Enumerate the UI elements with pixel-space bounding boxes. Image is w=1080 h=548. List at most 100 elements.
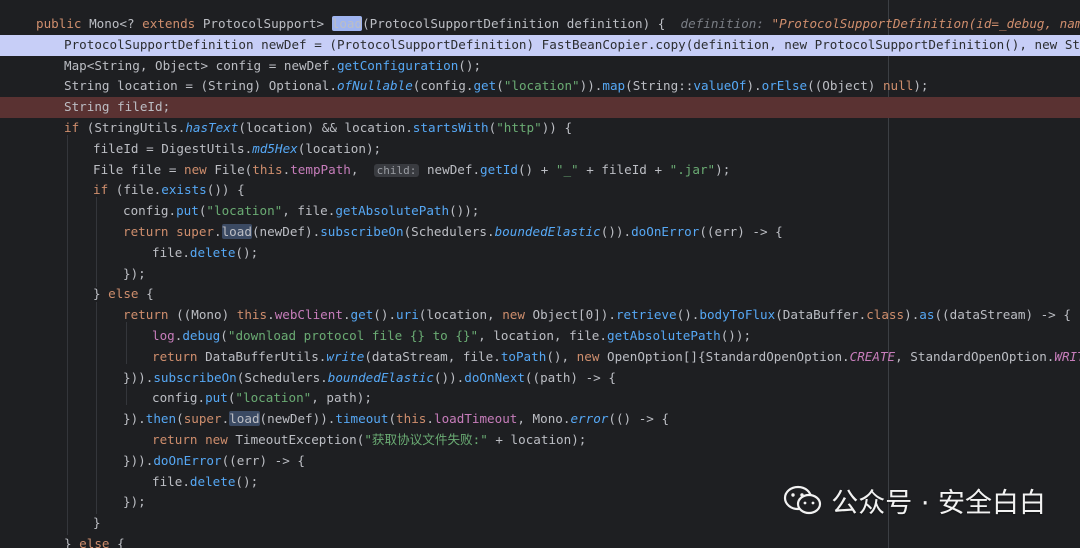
code-token: ProtocolSupportDefinition newDef = (Prot… bbox=[64, 36, 1080, 52]
code-token: subscribeOn bbox=[320, 224, 404, 239]
code-token: newDef. bbox=[419, 161, 481, 177]
code-token: TimeoutException( bbox=[235, 432, 365, 447]
code-token: log bbox=[152, 328, 175, 343]
code-token: if bbox=[64, 120, 87, 135]
code-token: (); bbox=[235, 244, 259, 260]
code-line[interactable]: file.delete(); bbox=[0, 243, 1080, 264]
code-token: "ProtocolSupportDefinition(id=_debug, na… bbox=[771, 16, 1080, 31]
watermark: 公众号 · 安全白白 bbox=[783, 481, 1046, 520]
code-line[interactable]: log.debug("download protocol file {} to … bbox=[0, 326, 1080, 347]
code-token: doOnNext bbox=[464, 369, 525, 385]
code-token: ()) { bbox=[206, 182, 245, 198]
code-token: file. bbox=[152, 244, 190, 260]
code-line[interactable]: public Mono<? extends ProtocolSupport> l… bbox=[0, 14, 1080, 35]
code-line[interactable]: config.put("location", path); bbox=[0, 388, 1080, 409]
code-line[interactable]: ProtocolSupportDefinition newDef = (Prot… bbox=[0, 34, 1080, 56]
code-line[interactable]: String fileId; bbox=[0, 97, 1080, 118]
param-hint-chip: child: bbox=[373, 163, 420, 177]
code-token: definition: bbox=[680, 16, 772, 31]
code-line[interactable]: }); bbox=[0, 264, 1080, 285]
code-token: (dataStream, file. bbox=[364, 348, 501, 364]
code-token: () + bbox=[517, 161, 556, 177]
code-line[interactable]: File file = new File(this.tempPath, chil… bbox=[0, 160, 1080, 181]
code-token: (file. bbox=[115, 182, 162, 198]
code-token: File file = bbox=[93, 161, 184, 177]
code-token: this bbox=[252, 161, 283, 177]
code-token: (); bbox=[458, 57, 482, 73]
code-line[interactable]: }).then(super.load(newDef)).timeout(this… bbox=[0, 409, 1080, 430]
code-token: "_" bbox=[555, 161, 579, 177]
code-line[interactable]: if (StringUtils.hasText(location) && loc… bbox=[0, 118, 1080, 139]
code-token: put bbox=[176, 203, 199, 219]
code-token: config. bbox=[152, 390, 206, 406]
code-token: return super bbox=[123, 224, 214, 239]
code-token: this bbox=[236, 307, 268, 323]
code-token: ( bbox=[176, 411, 184, 427]
code-token: + location); bbox=[487, 432, 587, 447]
code-token: new bbox=[576, 348, 607, 364]
code-token: , StandardOpenOption. bbox=[895, 348, 1055, 364]
code-token: ()); bbox=[449, 203, 480, 219]
code-token: getId bbox=[480, 161, 518, 177]
code-line[interactable]: if (file.exists()) { bbox=[0, 180, 1080, 201]
code-token: load bbox=[229, 411, 260, 427]
code-token: CREATE bbox=[849, 348, 896, 364]
code-token: ). bbox=[904, 307, 920, 323]
code-line[interactable]: fileId = DigestUtils.md5Hex(location); bbox=[0, 139, 1080, 160]
code-token: (); bbox=[235, 473, 259, 489]
code-line[interactable]: })).subscribeOn(Schedulers.boundedElasti… bbox=[0, 368, 1080, 389]
code-line[interactable]: return new TimeoutException("获取协议文件失败:" … bbox=[0, 430, 1080, 451]
code-token: map bbox=[602, 78, 626, 94]
code-token: file. bbox=[152, 473, 190, 489]
code-token: (newDef). bbox=[251, 224, 321, 239]
code-token: String location = (String) Optional. bbox=[64, 78, 337, 94]
code-token: getConfiguration bbox=[336, 57, 459, 73]
code-token: ); bbox=[715, 161, 731, 177]
code-token: "location" bbox=[235, 390, 312, 406]
code-token: timeout bbox=[335, 411, 389, 427]
code-token: public bbox=[36, 16, 90, 31]
code-token: (() -> { bbox=[608, 411, 670, 427]
code-line[interactable]: return super.load(newDef).subscribeOn(Sc… bbox=[0, 222, 1080, 243]
code-token: }). bbox=[123, 411, 146, 427]
code-token: ((err) -> { bbox=[699, 224, 783, 239]
code-token: })). bbox=[123, 369, 154, 385]
code-token: ((dataStream) -> { bbox=[934, 307, 1071, 323]
code-token: get bbox=[473, 78, 497, 94]
code-token: getAbsolutePath bbox=[335, 203, 450, 219]
code-token: load bbox=[331, 16, 363, 31]
code-line[interactable]: } else { bbox=[0, 284, 1080, 305]
code-token: (), bbox=[546, 348, 577, 364]
code-line[interactable]: String location = (String) Optional.ofNu… bbox=[0, 76, 1080, 97]
code-token: , bbox=[350, 161, 374, 177]
code-line[interactable]: return DataBufferUtils.write(dataStream,… bbox=[0, 347, 1080, 368]
code-token: ofNullable bbox=[336, 78, 413, 94]
code-token: } bbox=[64, 536, 80, 548]
code-token: OpenOption[]{StandardOpenOption. bbox=[607, 348, 850, 364]
code-token: (ProtocolSupportDefinition definition) { bbox=[362, 16, 681, 31]
code-token: ); bbox=[913, 78, 929, 94]
code-token: hasText bbox=[185, 120, 239, 135]
code-line[interactable]: return ((Mono) this.webClient.get().uri(… bbox=[0, 305, 1080, 326]
code-token: (Schedulers. bbox=[403, 224, 495, 239]
code-token: . bbox=[267, 307, 275, 323]
code-token: String fileId; bbox=[64, 99, 171, 115]
code-token: ((Mono) bbox=[176, 307, 237, 323]
code-token: ".jar" bbox=[669, 161, 716, 177]
code-line[interactable]: } else { bbox=[0, 534, 1080, 548]
code-token: (DataBuffer. bbox=[775, 307, 867, 323]
code-token: orElse bbox=[761, 78, 808, 94]
code-token: Object[0]). bbox=[532, 307, 616, 323]
code-token: then bbox=[145, 411, 177, 427]
code-line[interactable]: Map<String, Object> config = newDef.getC… bbox=[0, 56, 1080, 77]
code-token: webClient bbox=[274, 307, 343, 323]
code-token: ()). bbox=[433, 369, 465, 385]
code-editor[interactable]: public Mono<? extends ProtocolSupport> l… bbox=[0, 0, 1080, 548]
code-token: boundedElastic bbox=[327, 369, 434, 385]
code-token: return bbox=[152, 348, 206, 364]
code-token: (location) && location. bbox=[238, 120, 413, 135]
code-token: , file. bbox=[282, 203, 336, 219]
code-line[interactable]: config.put("location", file.getAbsoluteP… bbox=[0, 201, 1080, 222]
code-line[interactable]: })).doOnError((err) -> { bbox=[0, 451, 1080, 472]
code-token: getAbsolutePath bbox=[606, 328, 721, 343]
